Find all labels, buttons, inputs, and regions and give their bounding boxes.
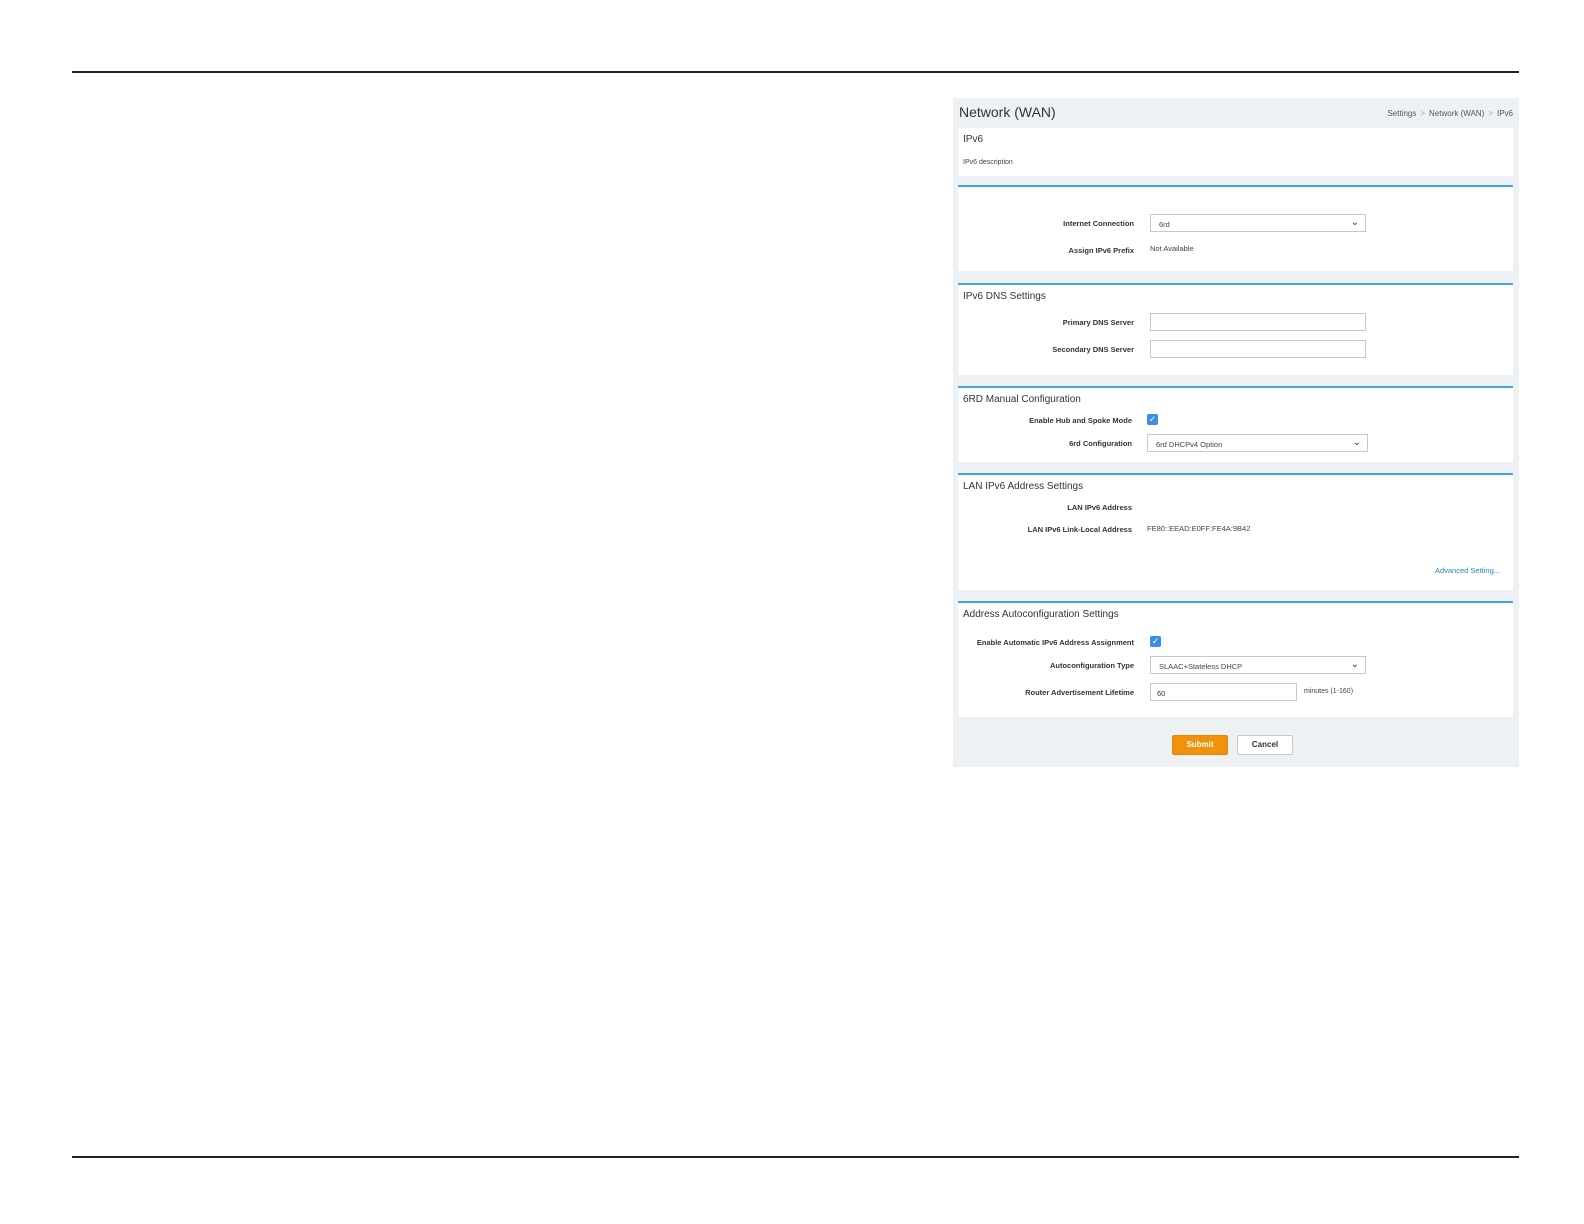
sixrd-config-select[interactable]: 6rd DHCPv4 Option ⌄ (1147, 434, 1368, 452)
sixrd-config-label: 6rd Configuration (1069, 439, 1132, 448)
primary-dns-label: Primary DNS Server (1062, 318, 1134, 327)
secondary-dns-input[interactable] (1150, 340, 1366, 358)
checkmark-icon: ✓ (1151, 636, 1160, 646)
breadcrumb: Settings > Network (WAN) > IPv6 (1387, 109, 1513, 118)
hub-spoke-checkbox[interactable]: ✓ (1147, 414, 1158, 425)
primary-dns-input[interactable] (1150, 313, 1366, 331)
secondary-dns-label: Secondary DNS Server (1052, 345, 1134, 354)
ra-lifetime-input[interactable]: 60 (1150, 683, 1297, 701)
assign-ipv6-prefix-value: Not Available (1150, 244, 1194, 253)
connection-panel: Internet Connection 6rd ⌄ Assign IPv6 Pr… (958, 185, 1513, 271)
cancel-button[interactable]: Cancel (1237, 735, 1293, 755)
enable-auto-ipv6-checkbox[interactable]: ✓ (1150, 636, 1161, 647)
lan-link-local-label: LAN IPv6 Link-Local Address (1027, 525, 1132, 534)
enable-auto-ipv6-label: Enable Automatic IPv6 Address Assignment (976, 638, 1134, 647)
advanced-setting-link[interactable]: Advanced Setting... (1435, 566, 1500, 575)
chevron-down-icon: ⌄ (1350, 217, 1359, 228)
lan-ipv6-address-label: LAN IPv6 Address (1067, 503, 1132, 512)
ipv6-title: IPv6 (963, 134, 984, 145)
ipv6-description: IPv6 description (963, 159, 1013, 166)
internet-connection-select[interactable]: 6rd ⌄ (1150, 214, 1366, 232)
chevron-down-icon: ⌄ (1352, 437, 1361, 448)
router-settings-screenshot: Network (WAN) Settings > Network (WAN) > IPv… (953, 98, 1519, 767)
autoconfig-type-value: SLAAC+Stateless DHCP (1159, 662, 1243, 671)
ra-lifetime-label: Router Advertisement Lifetime (1025, 688, 1134, 697)
autoconfig-type-select[interactable]: SLAAC+Stateless DHCP ⌄ (1150, 656, 1366, 674)
page-title: Network (WAN) (959, 104, 1056, 120)
submit-button[interactable]: Submit (1172, 735, 1228, 755)
lan-link-local-value: FE80::EEAD:E0FF:FE4A:9B42 (1147, 524, 1251, 533)
internet-connection-value: 6rd (1159, 220, 1170, 229)
assign-ipv6-prefix-label: Assign IPv6 Prefix (1068, 246, 1134, 255)
ra-lifetime-unit: minutes (1-160) (1304, 688, 1354, 695)
autoconfig-title: Address Autoconfiguration Settings (963, 609, 1119, 620)
breadcrumb-settings[interactable]: Settings (1387, 109, 1416, 118)
page-header: Network (WAN) Settings > Network (WAN) > IPv… (959, 104, 1513, 124)
breadcrumb-network-wan[interactable]: Network (WAN) (1429, 109, 1484, 118)
chevron-down-icon: ⌄ (1350, 659, 1359, 670)
autoconfig-type-label: Autoconfiguration Type (1049, 661, 1134, 670)
hub-spoke-label: Enable Hub and Spoke Mode (1029, 416, 1132, 425)
bottom-rule (72, 1156, 1519, 1158)
internet-connection-label: Internet Connection (1063, 219, 1134, 228)
ipv6-description-panel: IPv6 IPv6 description (958, 128, 1513, 176)
breadcrumb-separator: > (1420, 109, 1426, 118)
sixrd-title: 6RD Manual Configuration (963, 394, 1081, 405)
lan-title: LAN IPv6 Address Settings (963, 481, 1084, 492)
sixrd-manual-config-panel: 6RD Manual Configuration Enable Hub and … (958, 386, 1513, 462)
breadcrumb-separator: > (1488, 109, 1493, 118)
ipv6-dns-panel: IPv6 DNS Settings Primary DNS Server Sec… (958, 283, 1513, 375)
address-autoconfig-panel: Address Autoconfiguration Settings Enabl… (958, 601, 1513, 717)
ipv6-dns-title: IPv6 DNS Settings (963, 291, 1046, 302)
breadcrumb-ipv6: IPv6 (1496, 109, 1513, 118)
top-rule (72, 71, 1519, 73)
checkmark-icon: ✓ (1148, 414, 1157, 424)
sixrd-config-value: 6rd DHCPv4 Option (1156, 440, 1223, 449)
lan-ipv6-panel: LAN IPv6 Address Settings LAN IPv6 Addre… (958, 473, 1513, 590)
